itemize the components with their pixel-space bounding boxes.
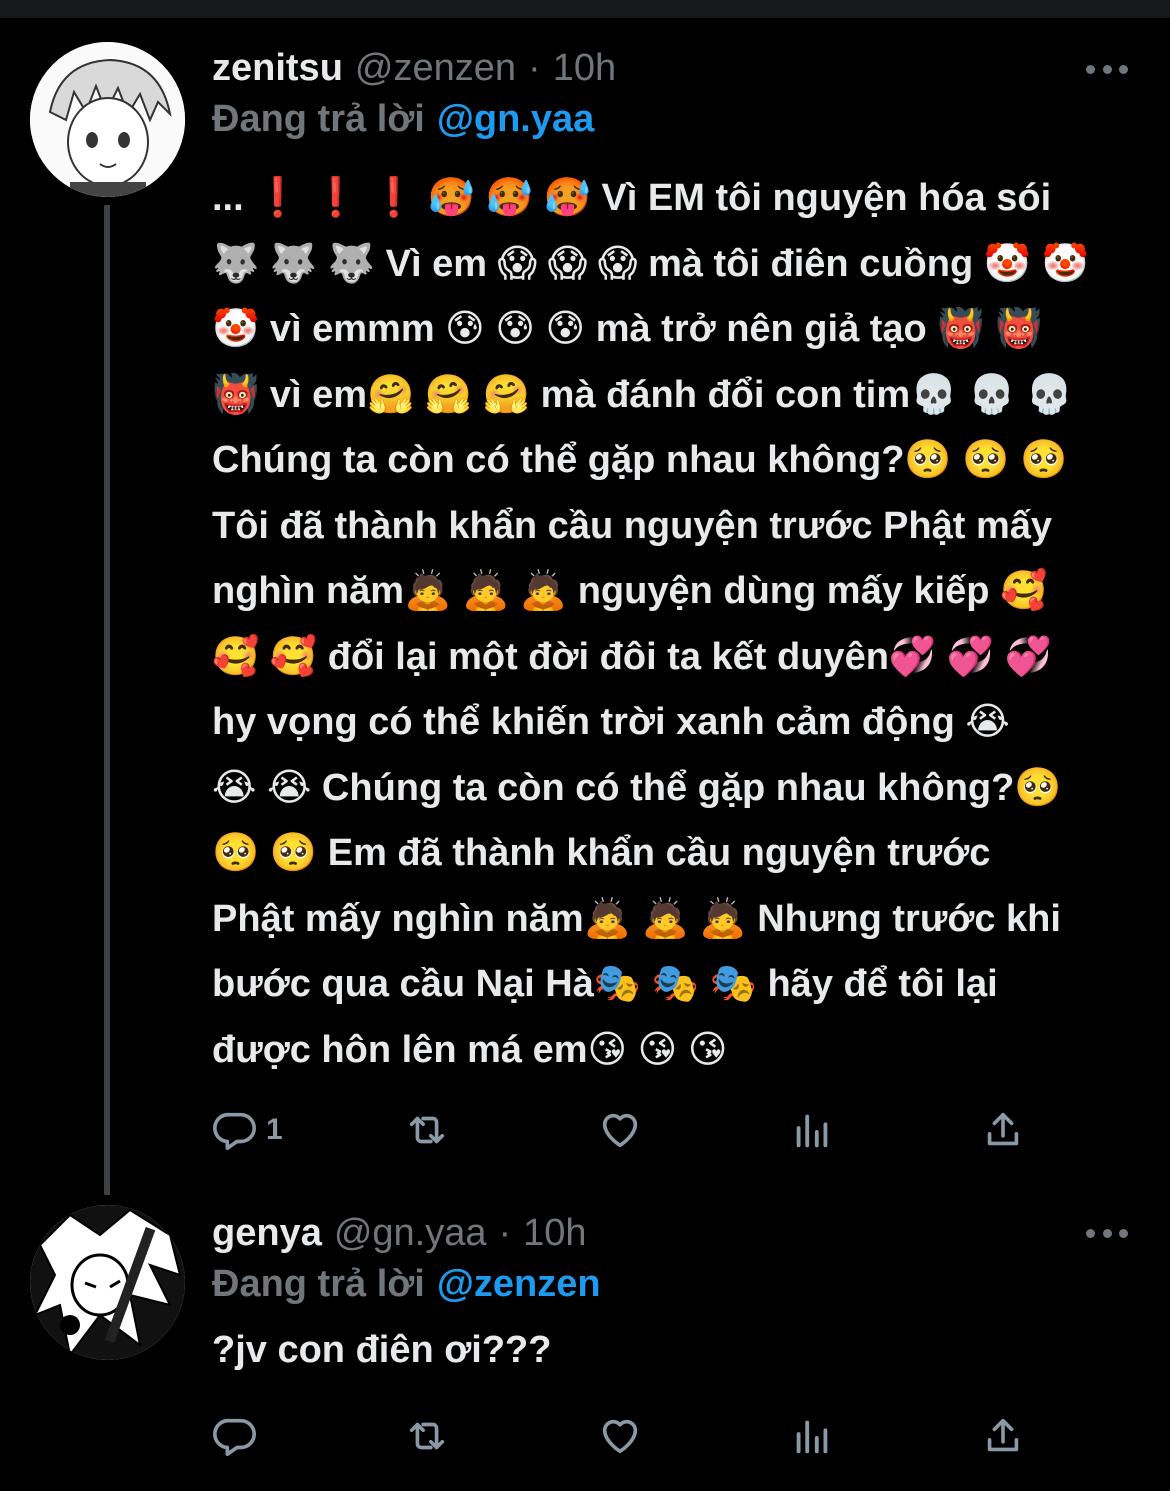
avatar[interactable] [30,42,185,197]
views-icon [796,1420,828,1454]
share-button[interactable] [980,1105,1026,1155]
views-icon [796,1114,828,1148]
separator: · [498,1211,512,1254]
share-icon [987,1418,1019,1452]
timestamp[interactable]: 10h [553,47,616,90]
like-button[interactable] [597,1411,643,1461]
retweet-icon [409,1116,445,1144]
handle[interactable]: @zenzen [355,47,516,90]
reply-icon [213,1418,256,1457]
text-line: Chúng ta còn có thể gặp nhau không?🥺 🥺 🥺 [212,439,1068,481]
text-line: được hôn lên má em😘 😘 😘 [212,1028,728,1071]
mention-link[interactable]: @gn.yaa [437,98,594,141]
tweet-header: zenitsu @zenzen · 10h [212,42,616,94]
replying-prefix: Đang trả lời [212,1262,425,1305]
text-line: hy vọng có thể khiến trời xanh cảm động … [212,701,1010,743]
like-icon [602,1113,638,1148]
replying-to: Đang trả lời @gn.yaa [212,96,594,142]
text-line: bước qua cầu Nại Hà🎭 🎭 🎭 hãy để tôi lại [212,963,998,1005]
text-line: 🥰 🥰 đổi lại một đời đôi ta kết duyên💞 💞 … [212,635,1052,678]
views-button[interactable] [789,1105,835,1155]
text-line: nghìn năm🙇 🙇 🙇 nguyện dùng mấy kiếp 🥰 [212,570,1048,612]
text-line: 👹 vì em🤗 🤗 🤗 mà đánh đổi con tim💀 💀 💀 [212,373,1074,416]
views-button[interactable] [789,1411,835,1461]
text-line: 🥺 🥺 Em đã thành khẩn cầu nguyện trước [212,832,991,874]
like-button[interactable] [597,1105,643,1155]
more-icon[interactable] [1086,62,1128,76]
display-name[interactable]: genya [212,1212,322,1255]
retweet-button[interactable] [404,1411,450,1461]
reply-button[interactable]: 1 [212,1105,283,1155]
action-bar: 1 [212,1105,1042,1155]
separator: · [528,46,541,89]
tweet-header: genya @gn.yaa · 10h [212,1207,587,1259]
tweet-text: ?jv con điên ơi??? [212,1318,1132,1384]
retweet-button[interactable] [404,1105,450,1155]
text-line: Tôi đã thành khẩn cầu nguyện trước Phật … [212,504,1053,547]
timestamp[interactable]: 10h [523,1212,586,1255]
mention-link[interactable]: @zenzen [437,1263,601,1306]
text-line: ... ❗ ❗ ❗ 🥵 🥵 🥵 Vì EM tôi nguyện hóa sói [212,177,1052,219]
text-line: 🤡 vì emmm 😰 😰 😰 mà trở nên giả tạo 👹 👹 [212,308,1043,350]
reply-button[interactable] [212,1411,258,1461]
share-button[interactable] [980,1411,1026,1461]
tweet[interactable]: genya @gn.yaa · 10h Đang trả lời @zenzen… [0,1195,1170,1491]
retweet-icon [409,1422,445,1450]
more-icon[interactable] [1086,1226,1128,1240]
handle[interactable]: @gn.yaa [334,1212,487,1255]
replying-prefix: Đang trả lời [212,97,425,140]
reply-icon [213,1112,256,1151]
text-line: 😭 😭 Chúng ta còn có thể gặp nhau không?🥺 [212,766,1062,809]
like-icon [602,1419,638,1454]
avatar[interactable] [30,1205,185,1360]
text-line: 🐺 🐺 🐺 Vì em 😱 😱 😱 mà tôi điên cuồng 🤡 🤡 [212,242,1089,285]
text-line: Phật mấy nghìn năm🙇 🙇 🙇 Nhưng trước khi [212,897,1061,940]
text-line: ?jv con điên ơi??? [212,1329,552,1371]
replying-to: Đang trả lời @zenzen [212,1261,601,1307]
action-bar [212,1411,1042,1461]
tweet[interactable]: zenitsu @zenzen · 10h Đang trả lời @gn.y… [0,0,1170,1195]
share-icon [987,1112,1019,1146]
display-name[interactable]: zenitsu [212,47,343,90]
tweet-text: ... ❗ ❗ ❗ 🥵 🥵 🥵 Vì EM tôi nguyện hóa sói… [212,166,1132,1083]
reply-count: 1 [266,1113,283,1146]
